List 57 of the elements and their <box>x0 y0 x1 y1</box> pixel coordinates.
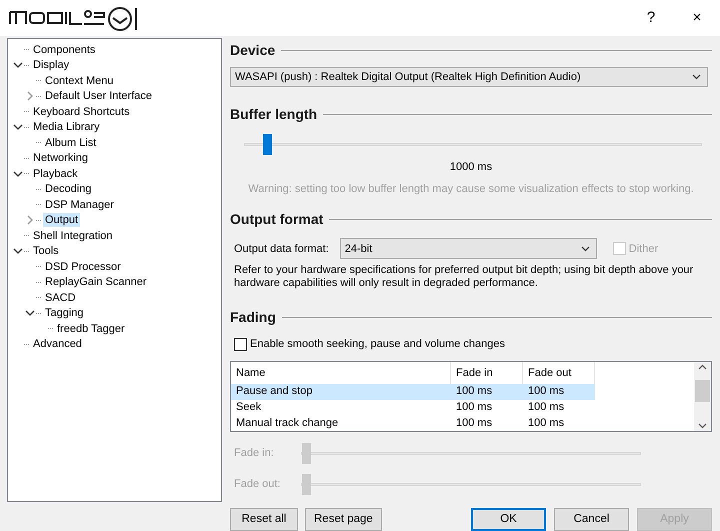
tree-item[interactable]: DSP Manager <box>43 198 116 212</box>
scroll-up-icon[interactable] <box>698 364 707 370</box>
dialog-button[interactable]: OK <box>471 508 546 531</box>
slider-value: 1000 ms <box>448 160 494 176</box>
checkbox-label: Dither <box>628 242 658 257</box>
table-cell-text: Seek <box>235 400 262 415</box>
field-label: Output data format: <box>234 242 329 257</box>
help-button[interactable]: ? <box>628 3 674 33</box>
table-row[interactable]: Pause and stop 100 ms 100 ms <box>231 384 595 400</box>
section-heading: Fading <box>230 308 276 328</box>
caret-icon <box>692 74 701 80</box>
format-dropdown[interactable]: 24-bit <box>340 238 597 260</box>
scroll-down-icon[interactable] <box>698 423 707 429</box>
section-heading: Device <box>230 41 276 60</box>
tree-item[interactable]: ReplayGain Scanner <box>43 275 149 290</box>
table-cell-text: 100 ms <box>455 416 494 431</box>
tree-item[interactable]: Networking <box>31 151 90 166</box>
tree-item[interactable]: Advanced <box>31 337 84 352</box>
table-cell-text: Pause and stop <box>235 384 314 399</box>
tree-item[interactable]: Default User Interface <box>43 89 154 104</box>
checkbox-label: Enable smooth seeking, pause and volume changes <box>250 337 506 352</box>
description-text: Refer to your hardware specifications for preferred output bit depth; using bit depth above your hardware capabilities will only result in degraded performance. <box>233 264 694 290</box>
tree-item[interactable]: Tagging <box>43 306 86 320</box>
tree-item[interactable]: Keyboard Shortcuts <box>31 104 132 119</box>
tree-item[interactable]: Shell Integration <box>31 228 114 243</box>
tree-item[interactable]: Album List <box>43 136 98 150</box>
tree-item[interactable]: DSD Processor <box>43 260 123 274</box>
scrollbar[interactable] <box>694 362 711 431</box>
table-cell-text: 100 ms <box>455 384 494 399</box>
tree-item[interactable]: Components <box>31 42 98 57</box>
section-heading: Buffer length <box>230 105 318 124</box>
tree-item[interactable]: freedb Tagger <box>55 322 127 336</box>
table-cell-text: 100 ms <box>527 400 566 415</box>
table-cell-text: Manual track change <box>235 416 340 431</box>
tree-item[interactable]: Playback <box>31 166 80 181</box>
dialog-button[interactable]: Cancel <box>554 508 629 531</box>
slider-thumb[interactable] <box>262 134 272 156</box>
dialog-button[interactable]: Reset page <box>305 508 382 531</box>
tree-item[interactable]: Decoding <box>43 182 94 196</box>
dialog-button[interactable]: Reset all <box>230 508 298 531</box>
checkbox[interactable] <box>234 338 247 352</box>
tree-item[interactable]: Display <box>31 58 72 72</box>
slider-label: Fade in: <box>234 446 275 461</box>
tree-item[interactable]: Output <box>43 213 80 228</box>
tree-item[interactable]: Media Library <box>31 120 102 134</box>
caret-icon <box>580 246 590 252</box>
section-heading: Output format <box>230 210 324 230</box>
tree-item[interactable]: SACD <box>43 290 78 305</box>
slider-label: Fade out: <box>234 476 282 492</box>
table-cell-text: 100 ms <box>527 384 566 399</box>
tree-item[interactable]: Context Menu <box>43 74 116 88</box>
table-cell-text: 100 ms <box>455 400 494 415</box>
device-dropdown[interactable]: WASAPI (push) : Realtek Digital Output (Realtek High Definition Audio) <box>230 66 708 88</box>
tree-item[interactable]: Tools <box>31 244 61 258</box>
table-cell-text: 100 ms <box>527 416 566 431</box>
close-button[interactable]: × <box>674 3 720 33</box>
warning-text: Warning: setting too low buffer length may cause some visualization effects to stop working. <box>247 182 695 197</box>
